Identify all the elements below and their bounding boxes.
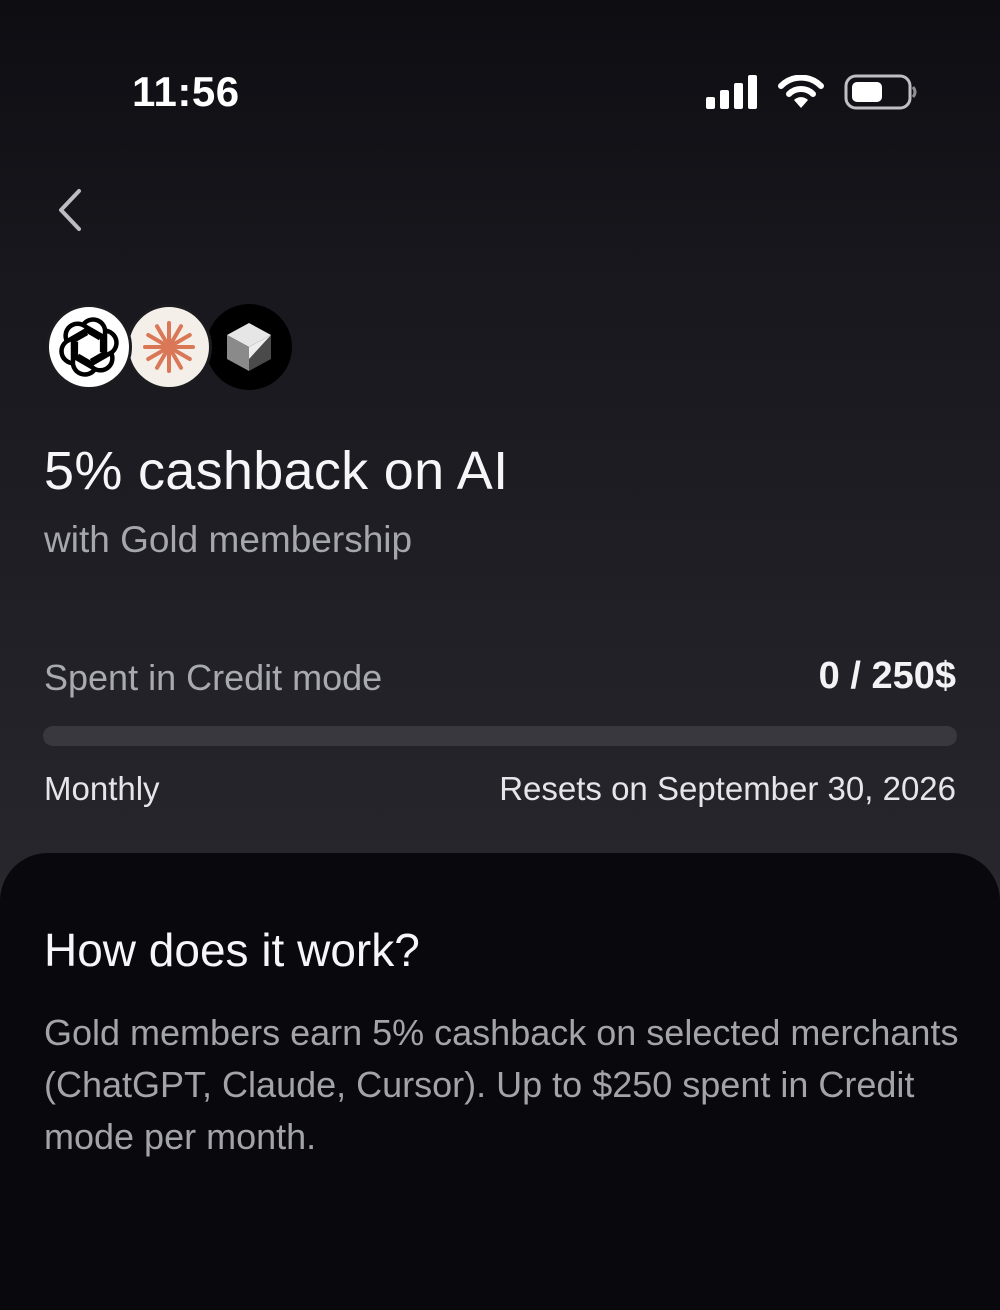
status-bar: 11:56 — [0, 0, 1000, 185]
chevron-left-icon — [59, 189, 81, 231]
reset-date: Resets on September 30, 2026 — [499, 770, 956, 807]
info-title: How does it work? — [44, 924, 420, 976]
status-icons — [706, 74, 918, 115]
openai-logo-icon — [46, 304, 132, 390]
period-label: Monthly — [44, 770, 160, 807]
screen: 11:56 5% cashback on AI with Gold member… — [0, 0, 1000, 1310]
cursor-logo-icon — [206, 304, 292, 390]
info-sheet: How does it work? Gold members earn 5% c… — [0, 853, 1000, 1310]
wifi-icon — [778, 74, 824, 114]
info-body: Gold members earn 5% cashback on selecte… — [44, 1012, 959, 1157]
status-time: 11:56 — [132, 68, 240, 115]
claude-logo-icon — [126, 304, 212, 390]
offer-subtitle: with Gold membership — [44, 519, 413, 560]
spending-progress-bar — [43, 726, 957, 746]
spent-label: Spent in Credit mode — [44, 657, 383, 698]
battery-icon — [844, 74, 918, 115]
back-button[interactable] — [40, 178, 100, 242]
merchant-logos — [46, 304, 306, 394]
spent-value: 0 / 250$ — [818, 655, 956, 697]
offer-title: 5% cashback on AI — [44, 441, 509, 501]
cellular-signal-icon — [706, 75, 758, 114]
